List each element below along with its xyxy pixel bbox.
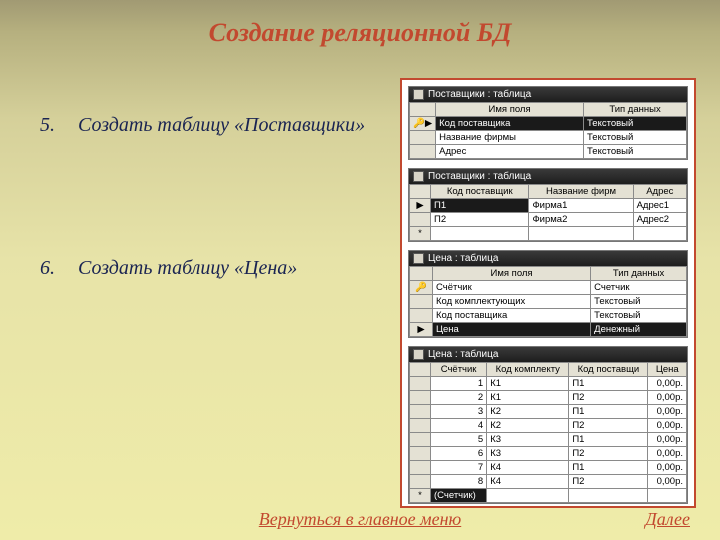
- field-row: 🔑 Счётчик Счетчик: [410, 281, 687, 295]
- col-datatype: Тип данных: [591, 267, 687, 281]
- field-row: Адрес Текстовый: [410, 145, 687, 159]
- next-link[interactable]: Далее: [645, 509, 690, 530]
- screenshots-panel: Поставщики : таблица Имя поля Тип данных…: [400, 78, 696, 508]
- window-icon: [413, 253, 424, 264]
- step-number: 6.: [40, 257, 78, 280]
- col-fieldname: Имя поля: [433, 267, 591, 281]
- access-window-suppliers-design: Поставщики : таблица Имя поля Тип данных…: [408, 86, 688, 160]
- window-caption: Цена : таблица: [428, 253, 498, 264]
- field-row: Код комплектующих Текстовый: [410, 295, 687, 309]
- col-addr: Адрес: [633, 185, 686, 199]
- col-datatype: Тип данных: [584, 103, 687, 117]
- data-row: 5К3П10,00р.: [410, 433, 687, 447]
- field-name: Название фирмы: [436, 131, 584, 145]
- step-5: 5. Создать таблицу «Поставщики»: [40, 114, 380, 137]
- nav-links: Вернуться в главное меню Далее: [0, 509, 720, 530]
- window-icon: [413, 171, 424, 182]
- field-row: 🔑▶ Код поставщика Текстовый: [410, 117, 687, 131]
- data-row-new: *: [410, 227, 687, 241]
- data-row: 2К1П20,00р.: [410, 391, 687, 405]
- data-row: 8К4П20,00р.: [410, 475, 687, 489]
- field-type: Текстовый: [584, 145, 687, 159]
- steps-list: 5. Создать таблицу «Поставщики» 6. Созда…: [40, 114, 380, 400]
- data-row: ▶ П1 Фирма1 Адрес1: [410, 199, 687, 213]
- field-name: Код поставщика: [436, 117, 584, 131]
- data-row: 6К3П20,00р.: [410, 447, 687, 461]
- data-row: 1К1П10,00р.: [410, 377, 687, 391]
- data-row: П2 Фирма2 Адрес2: [410, 213, 687, 227]
- step-number: 5.: [40, 114, 78, 137]
- field-name: Адрес: [436, 145, 584, 159]
- datasheet: Код поставщик Название фирм Адрес ▶ П1 Ф…: [409, 184, 687, 241]
- page-title: Создание реляционной БД: [0, 18, 720, 48]
- design-grid: Имя поля Тип данных 🔑▶ Код поставщика Те…: [409, 102, 687, 159]
- key-icon: 🔑: [410, 281, 433, 295]
- col-fieldname: Имя поля: [436, 103, 584, 117]
- window-icon: [413, 89, 424, 100]
- field-row: Код поставщика Текстовый: [410, 309, 687, 323]
- access-window-price-design: Цена : таблица Имя поля Тип данных 🔑 Счё…: [408, 250, 688, 338]
- design-grid: Имя поля Тип данных 🔑 Счётчик Счетчик Ко…: [409, 266, 687, 337]
- window-caption: Поставщики : таблица: [428, 171, 531, 182]
- access-window-suppliers-data: Поставщики : таблица Код поставщик Назва…: [408, 168, 688, 242]
- data-row-new: *(Счетчик): [410, 489, 687, 503]
- field-row: Название фирмы Текстовый: [410, 131, 687, 145]
- data-row: 3К2П10,00р.: [410, 405, 687, 419]
- step-6: 6. Создать таблицу «Цена»: [40, 257, 380, 280]
- col-code: Код поставщик: [431, 185, 529, 199]
- access-window-price-data: Цена : таблица Счётчик Код комплекту Код…: [408, 346, 688, 504]
- field-type: Текстовый: [584, 131, 687, 145]
- field-type: Текстовый: [584, 117, 687, 131]
- window-caption: Поставщики : таблица: [428, 89, 531, 100]
- step-text: Создать таблицу «Цена»: [78, 257, 380, 280]
- data-row: 4К2П20,00р.: [410, 419, 687, 433]
- field-row: ▶ Цена Денежный: [410, 323, 687, 337]
- key-icon: 🔑▶: [410, 117, 436, 131]
- col-selector: [410, 103, 436, 117]
- window-caption: Цена : таблица: [428, 349, 498, 360]
- back-link[interactable]: Вернуться в главное меню: [259, 509, 461, 530]
- step-text: Создать таблицу «Поставщики»: [78, 114, 380, 137]
- data-row: 7К4П10,00р.: [410, 461, 687, 475]
- datasheet: Счётчик Код комплекту Код поставщи Цена …: [409, 362, 687, 503]
- window-icon: [413, 349, 424, 360]
- col-name: Название фирм: [529, 185, 633, 199]
